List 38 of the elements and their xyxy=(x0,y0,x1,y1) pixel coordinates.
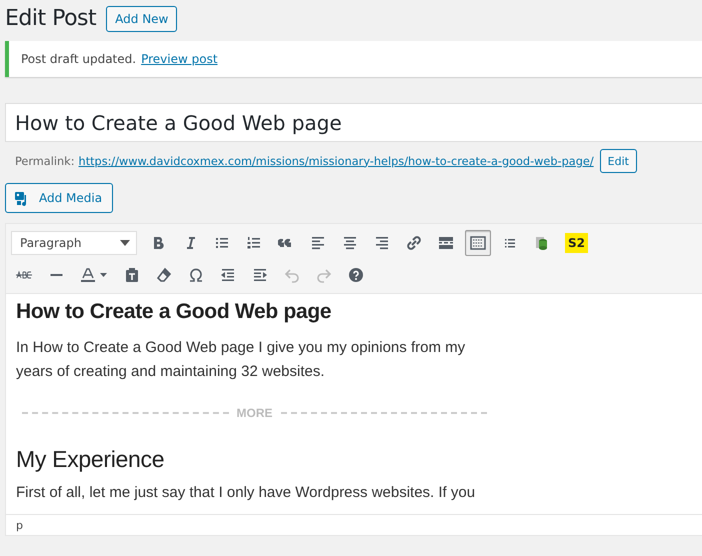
align-left-icon xyxy=(310,235,326,251)
element-path: p xyxy=(16,518,23,532)
toolbar-toggle-button[interactable] xyxy=(465,230,491,256)
permalink-link[interactable]: https://www.davidcoxmex.com/missions/missionary-helps/how-to-create-a-good-web-page/ xyxy=(78,154,594,168)
page-title: Edit Post xyxy=(5,6,96,31)
align-right-icon xyxy=(374,235,390,251)
add-new-button[interactable]: Add New xyxy=(106,6,178,32)
content-subheading: My Experience xyxy=(16,446,166,473)
title-field[interactable]: How to Create a Good Web page xyxy=(5,103,702,142)
bulleted-list-icon xyxy=(214,235,230,251)
add-media-button[interactable]: Add Media xyxy=(5,183,114,213)
toolbar-toggle-icon xyxy=(470,235,486,251)
text-color-icon xyxy=(80,267,108,283)
omega-icon xyxy=(188,267,204,283)
help-icon xyxy=(348,267,364,283)
redo-icon xyxy=(316,267,332,283)
database-icon xyxy=(534,235,550,251)
edit-button[interactable]: Edit xyxy=(600,149,637,173)
eraser-icon xyxy=(156,267,172,283)
preview-link[interactable]: Preview post xyxy=(141,52,218,66)
horizontal-line-icon xyxy=(50,274,62,276)
outdent-icon xyxy=(220,267,236,283)
notice-text: Post draft updated. xyxy=(21,52,136,66)
intro-paragraph: In How to Create a Good Web page I give you my opinions from my years of creating and maintaining 32 websites. xyxy=(16,338,466,382)
align-center-icon xyxy=(342,235,358,251)
permalink-label: Permalink: xyxy=(15,154,75,168)
caret-icon xyxy=(120,240,130,246)
content-heading: How to Create a Good Web page xyxy=(16,300,332,324)
link-icon xyxy=(406,235,422,251)
indent-icon xyxy=(252,267,268,283)
numbered-list-icon xyxy=(246,235,262,251)
paste-as-text-icon xyxy=(124,267,140,283)
format-dropdown[interactable]: Paragraph xyxy=(11,231,137,255)
read-more-icon xyxy=(438,235,454,251)
more-tag: MORE xyxy=(236,406,272,420)
undo-icon xyxy=(284,267,300,283)
body-paragraph: First of all, let me just say that I only have Wordpress websites. If you xyxy=(16,483,476,503)
s2-button[interactable]: S2 xyxy=(565,233,588,253)
